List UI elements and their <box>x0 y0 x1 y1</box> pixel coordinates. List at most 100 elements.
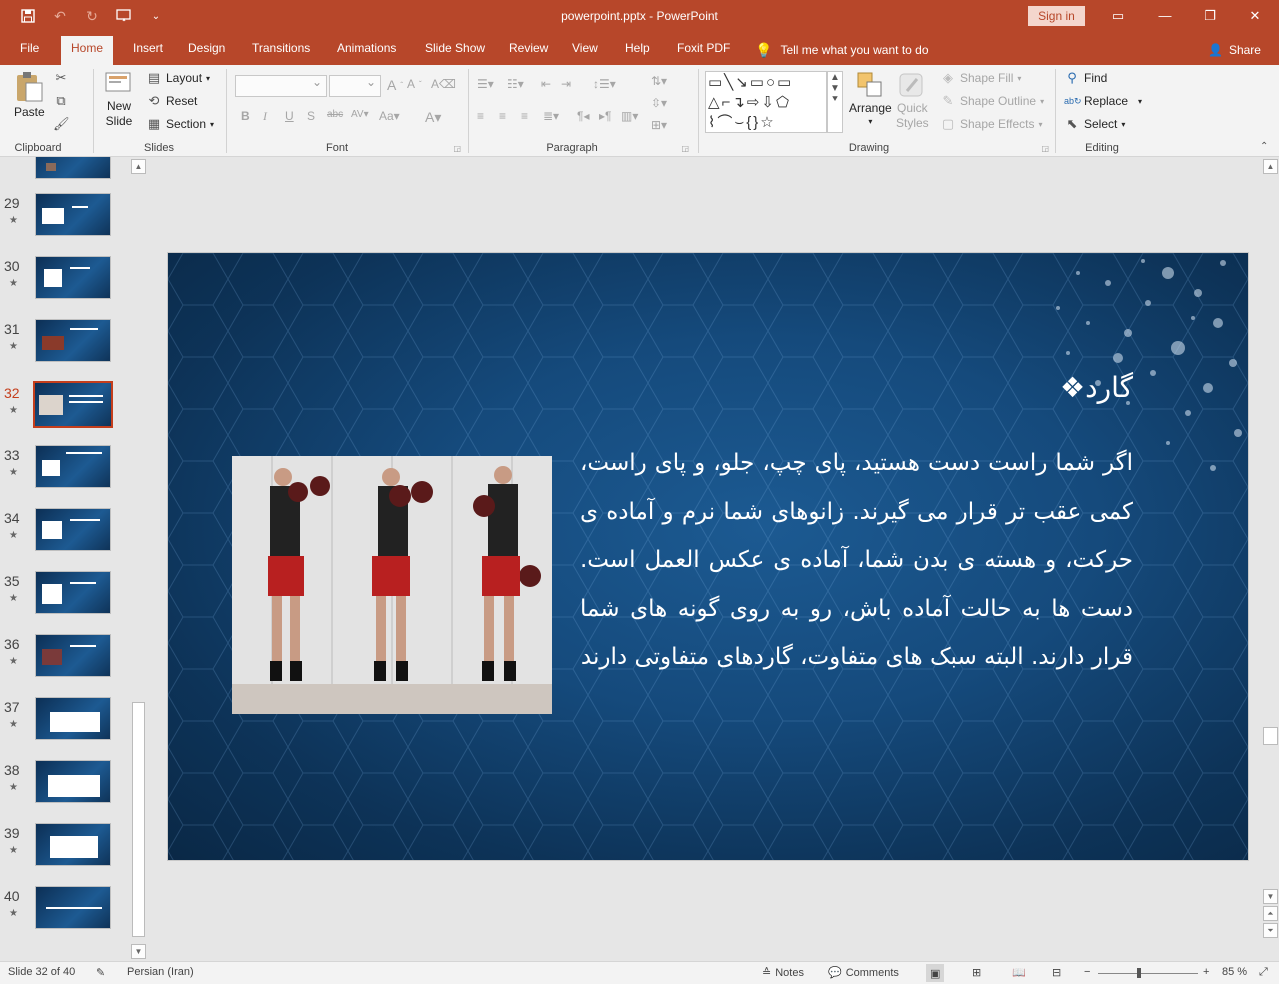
restore-icon[interactable]: ❐ <box>1200 6 1220 26</box>
current-slide[interactable]: ❖گارد اگر شما راست دست هستید، پای چپ، جل… <box>167 252 1249 861</box>
thumbnail-40[interactable]: 40 ★ <box>0 886 130 949</box>
thumbnail-30[interactable]: 30 ★ <box>0 256 130 319</box>
slide-thumbnail-pane[interactable]: 29 ★ 30 ★ 31 ★ 32 ★ 33 ★ 34 ★ 35 ★ 36 ★ … <box>0 157 147 961</box>
slide-title[interactable]: ❖گارد <box>1018 371 1133 404</box>
character-spacing-icon[interactable]: AV▾ <box>351 109 369 120</box>
share-button[interactable]: 👤 Share <box>1198 36 1271 65</box>
shapes-gallery[interactable]: ▭╲↘▭○▭ △⌐↴⇨⇩⬠ ⌇⌒⌣{}☆ <box>705 71 827 133</box>
increase-font-icon[interactable]: Aˆ <box>387 77 403 93</box>
slideshow-view-icon[interactable]: ⊟ <box>1052 966 1061 979</box>
quick-styles-button[interactable]: Quick Styles <box>896 71 929 131</box>
section-button[interactable]: ▦ Section ▾ <box>146 116 214 132</box>
scroll-up-icon[interactable]: ▲ <box>1263 159 1278 174</box>
thumbnail-29[interactable]: 29 ★ <box>0 193 130 256</box>
zoom-in-icon[interactable]: + <box>1203 966 1209 978</box>
copy-icon[interactable]: ⧉ <box>53 93 69 109</box>
zoom-slider-handle[interactable] <box>1137 968 1141 978</box>
align-text-icon[interactable]: ⇳▾ <box>651 96 667 110</box>
next-slide-icon[interactable]: ⏷ <box>1263 923 1278 938</box>
select-button[interactable]: ⬉ Select ▾ <box>1064 116 1126 132</box>
shape-fill-button[interactable]: ◈ Shape Fill ▾ <box>940 70 1021 86</box>
comments-button[interactable]: 💬 Comments <box>828 966 899 980</box>
smartart-icon[interactable]: ⊞▾ <box>651 118 667 132</box>
new-slide-button[interactable]: New Slide <box>104 71 134 129</box>
clear-formatting-icon[interactable]: A⌫ <box>431 77 456 91</box>
thumbnail-39[interactable]: 39 ★ <box>0 823 130 886</box>
previous-slide-icon[interactable]: ⏶ <box>1263 906 1278 921</box>
align-center-icon[interactable]: ≡ <box>499 109 506 123</box>
increase-indent-icon[interactable]: ⇥ <box>561 77 571 91</box>
tab-transitions[interactable]: Transitions <box>242 36 320 65</box>
font-dialog-launcher-icon[interactable]: ◲ <box>453 144 461 153</box>
thumbnail-35[interactable]: 35 ★ <box>0 571 130 634</box>
zoom-level[interactable]: 85 % <box>1222 966 1247 978</box>
layout-button[interactable]: ▤ Layout ▾ <box>146 70 210 86</box>
rtl-icon[interactable]: ¶◂ <box>577 109 589 123</box>
paragraph-dialog-launcher-icon[interactable]: ◲ <box>681 144 689 153</box>
font-name-combo[interactable] <box>235 75 327 97</box>
reset-button[interactable]: ⟲ Reset <box>146 93 198 109</box>
tell-me-search[interactable]: 💡 Tell me what you want to do <box>745 36 939 65</box>
replace-button[interactable]: ab↻ Replace ▾ <box>1064 93 1142 109</box>
boxing-guard-photo[interactable] <box>232 456 552 714</box>
align-right-icon[interactable]: ≡ <box>521 109 528 123</box>
thumbnail-31[interactable]: 31 ★ <box>0 319 130 382</box>
columns-icon[interactable]: ▥▾ <box>621 109 638 123</box>
line-spacing-icon[interactable]: ↕☰▾ <box>593 77 616 91</box>
tab-view[interactable]: View <box>562 36 608 65</box>
numbering-icon[interactable]: ☷▾ <box>507 77 524 91</box>
thumbnail-37[interactable]: 37 ★ <box>0 697 130 760</box>
notes-button[interactable]: ≙ Notes <box>762 966 804 980</box>
slide-body-text[interactable]: اگر شما راست دست هستید، پای چپ، جلو، و پ… <box>580 439 1133 682</box>
format-painter-icon[interactable]: 🖌 <box>53 116 70 132</box>
thumbnail-34[interactable]: 34 ★ <box>0 508 130 571</box>
italic-icon[interactable]: I <box>263 109 267 124</box>
language-indicator[interactable]: Persian (Iran) <box>127 966 194 978</box>
change-case-icon[interactable]: Aa▾ <box>379 109 400 123</box>
slide-sorter-icon[interactable]: ⊞ <box>972 966 981 979</box>
collapse-ribbon-icon[interactable]: ⌃ <box>1260 141 1268 152</box>
thumbnail-33[interactable]: 33 ★ <box>0 445 130 508</box>
tab-design[interactable]: Design <box>178 36 235 65</box>
reading-view-icon[interactable]: 📖 <box>1012 966 1026 979</box>
shadow-icon[interactable]: S <box>307 109 315 123</box>
shape-outline-button[interactable]: ✎ Shape Outline ▾ <box>940 93 1045 109</box>
slide-scrollbar[interactable]: ▲ ▼ ⏶ ⏷ <box>1262 157 1279 961</box>
tab-home[interactable]: Home <box>61 36 114 65</box>
spell-check-icon[interactable]: ✎ <box>96 966 105 979</box>
align-left-icon[interactable]: ≡ <box>477 109 484 123</box>
fit-to-window-icon[interactable]: ⤢ <box>1259 966 1268 979</box>
minimize-icon[interactable]: — <box>1155 6 1175 26</box>
tab-foxit-pdf[interactable]: Foxit PDF <box>667 36 740 65</box>
normal-view-icon[interactable]: ▣ <box>926 964 945 982</box>
tab-animations[interactable]: Animations <box>327 36 406 65</box>
thumbnail-38[interactable]: 38 ★ <box>0 760 130 823</box>
thumbnail-scrollbar[interactable]: ▲ ▼ <box>130 157 147 961</box>
close-icon[interactable]: ✕ <box>1245 6 1265 26</box>
justify-icon[interactable]: ≣▾ <box>543 109 559 123</box>
font-color-icon[interactable]: A▾ <box>425 109 441 126</box>
paste-button[interactable]: Paste <box>14 71 45 119</box>
tab-insert[interactable]: Insert <box>123 36 173 65</box>
drawing-dialog-launcher-icon[interactable]: ◲ <box>1041 144 1049 153</box>
scroll-down-icon[interactable]: ▼ <box>1263 889 1278 904</box>
scroll-down-icon[interactable]: ▼ <box>131 944 146 959</box>
thumbnail-36[interactable]: 36 ★ <box>0 634 130 697</box>
decrease-font-icon[interactable]: Aˇ <box>407 77 422 91</box>
tab-slide-show[interactable]: Slide Show <box>415 36 495 65</box>
shape-effects-button[interactable]: ▢ Shape Effects ▾ <box>940 116 1043 132</box>
arrange-button[interactable]: Arrange ▾ <box>849 71 892 126</box>
underline-icon[interactable]: U <box>285 109 294 123</box>
ltr-icon[interactable]: ▸¶ <box>599 109 611 123</box>
decrease-indent-icon[interactable]: ⇤ <box>541 77 551 91</box>
cut-icon[interactable]: ✂ <box>53 70 69 86</box>
tab-file[interactable]: File <box>10 36 49 65</box>
thumbnail-32[interactable]: 32 ★ <box>0 381 130 446</box>
zoom-out-icon[interactable]: − <box>1084 966 1090 978</box>
ribbon-display-options-icon[interactable]: ▭ <box>1108 6 1128 26</box>
tab-help[interactable]: Help <box>615 36 660 65</box>
scrollbar-thumb[interactable] <box>1263 727 1278 745</box>
find-button[interactable]: ⚲ Find <box>1064 70 1107 86</box>
text-direction-icon[interactable]: ⇅▾ <box>651 74 667 88</box>
sign-in-button[interactable]: Sign in <box>1028 6 1085 26</box>
